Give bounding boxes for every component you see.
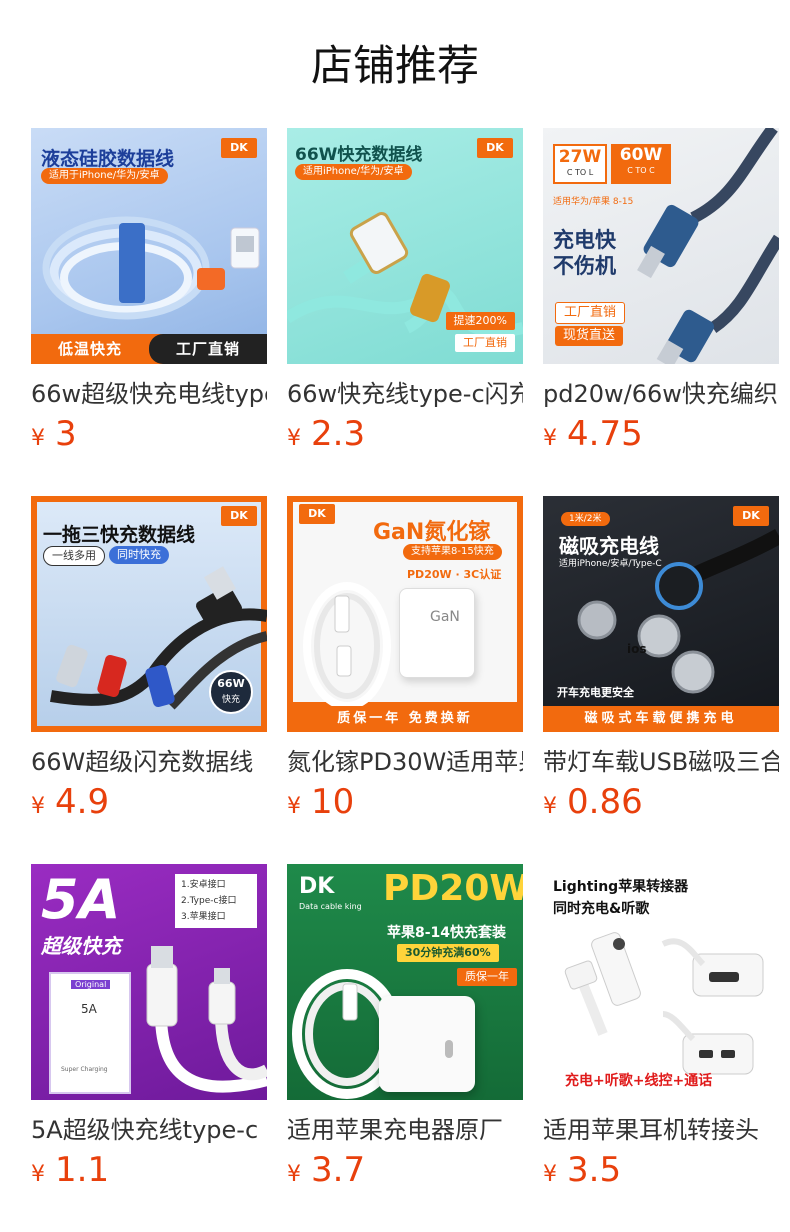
product-title[interactable]: pd20w/66w快充编织 (543, 378, 779, 410)
cable-illustration (42, 216, 260, 320)
product-card[interactable]: 27W C TO L 60W C TO C 适用华为/苹果 8-15 充电快 不… (543, 128, 779, 452)
speed-badge-label: 快充 (221, 695, 240, 705)
product-card[interactable]: 66W快充数据线 适用iPhone/华为/安卓 DK 提速200% 工厂直销 6… (287, 128, 523, 452)
product-title[interactable]: 适用苹果耳机转接头 (543, 1114, 779, 1146)
image-caption: 开车充电更安全 (557, 686, 634, 699)
price-row: ¥ 1.1 (31, 1152, 267, 1188)
currency-symbol: ¥ (543, 1162, 557, 1187)
product-price: 3.5 (567, 1150, 622, 1190)
charger-label: GaN (430, 609, 460, 625)
product-price: 3.7 (311, 1150, 366, 1190)
product-grid: 液态硅胶数据线 适用于iPhone/华为/安卓 DK 低温快充 工厂直销 66w… (31, 128, 790, 1188)
product-title[interactable]: 66w快充线type-c闪充 (287, 378, 523, 410)
product-image[interactable]: 一拖三快充数据线 一线多用 同时快充 DK 66W 快充 (31, 496, 267, 732)
product-card[interactable]: DK Data cable king PD20W 苹果8-14快充套装 30分钟… (287, 864, 523, 1188)
product-card[interactable]: 5A 超级快充 1.安卓接口 2.Type-c接口 3.苹果接口 Origina… (31, 864, 267, 1188)
currency-symbol: ¥ (287, 794, 301, 819)
currency-symbol: ¥ (287, 426, 301, 451)
image-caption: 充电+听歌+线控+通话 (565, 1073, 713, 1089)
product-image[interactable]: 1米/2米 磁吸充电线 适用iPhone/安卓/Type-C DK ios 开车… (543, 496, 779, 732)
product-image[interactable]: 液态硅胶数据线 适用于iPhone/华为/安卓 DK 低温快充 工厂直销 (31, 128, 267, 364)
charger-illustration: GaN (399, 588, 475, 678)
band-right: 工厂直销 (149, 334, 267, 364)
product-card[interactable]: 1米/2米 磁吸充电线 适用iPhone/安卓/Type-C DK ios 开车… (543, 496, 779, 820)
image-tag-stock: 现货直送 (555, 326, 624, 346)
image-band: 低温快充 工厂直销 (31, 334, 267, 364)
product-price: 4.75 (567, 414, 643, 454)
product-price: 3 (55, 414, 77, 454)
price-row: ¥ 3.5 (543, 1152, 779, 1188)
product-title[interactable]: 适用苹果充电器原厂 (287, 1114, 523, 1146)
product-title[interactable]: 66w超级快充电线type-c (31, 378, 267, 410)
image-tag-factory: 工厂直销 (555, 302, 626, 324)
product-image[interactable]: Lighting苹果转接器 同时充电&听歌 充电+听歌+线控+通话 (543, 864, 779, 1100)
currency-symbol: ¥ (287, 1162, 301, 1187)
product-image[interactable]: 66W快充数据线 适用iPhone/华为/安卓 DK 提速200% 工厂直销 (287, 128, 523, 364)
currency-symbol: ¥ (31, 794, 45, 819)
product-card[interactable]: DK GaN氮化镓 支持苹果8-15快充 PD20W · 3C认证 GaN 质保… (287, 496, 523, 820)
price-row: ¥ 4.9 (31, 784, 267, 820)
price-row: ¥ 10 (287, 784, 523, 820)
currency-symbol: ¥ (543, 794, 557, 819)
product-title[interactable]: 氮化镓PD30W适用苹果 (287, 746, 523, 778)
price-row: ¥ 3 (31, 416, 267, 452)
currency-symbol: ¥ (31, 1162, 45, 1187)
currency-symbol: ¥ (543, 426, 557, 451)
speed-badge: 66W 快充 (209, 670, 253, 714)
product-title[interactable]: 带灯车载USB磁吸三合一 (543, 746, 779, 778)
currency-symbol: ¥ (31, 426, 45, 451)
speed-badge-value: 66W (217, 677, 245, 690)
product-image[interactable]: DK Data cable king PD20W 苹果8-14快充套装 30分钟… (287, 864, 523, 1100)
product-card[interactable]: 液态硅胶数据线 适用于iPhone/华为/安卓 DK 低温快充 工厂直销 66w… (31, 128, 267, 452)
product-image[interactable]: 27W C TO L 60W C TO C 适用华为/苹果 8-15 充电快 不… (543, 128, 779, 364)
product-price: 4.9 (55, 782, 110, 822)
product-price: 0.86 (567, 782, 643, 822)
tip-label: ios (627, 642, 647, 656)
price-row: ¥ 4.75 (543, 416, 779, 452)
charger-illustration (379, 996, 475, 1092)
product-card[interactable]: 一拖三快充数据线 一线多用 同时快充 DK 66W 快充 66W超级闪充数据线 … (31, 496, 267, 820)
page-title: 店铺推荐 (310, 41, 479, 90)
image-tag-factory: 工厂直销 (455, 334, 515, 352)
image-band: 磁吸式车载便携充电 (543, 706, 779, 732)
image-tag-speed: 提速200% (445, 312, 515, 330)
image-band: 质保一年 免费换新 (287, 706, 523, 732)
product-title[interactable]: 66W超级闪充数据线 (31, 746, 267, 778)
product-price: 10 (311, 782, 355, 822)
product-image[interactable]: 5A 超级快充 1.安卓接口 2.Type-c接口 3.苹果接口 Origina… (31, 864, 267, 1100)
product-price: 2.3 (311, 414, 366, 454)
product-image[interactable]: DK GaN氮化镓 支持苹果8-15快充 PD20W · 3C认证 GaN 质保… (287, 496, 523, 732)
price-row: ¥ 0.86 (543, 784, 779, 820)
price-row: ¥ 3.7 (287, 1152, 523, 1188)
cable-illustration (146, 946, 267, 1093)
price-row: ¥ 2.3 (287, 416, 523, 452)
band-left: 低温快充 (57, 340, 122, 358)
product-card[interactable]: Lighting苹果转接器 同时充电&听歌 充电+听歌+线控+通话 适用苹果耳机… (543, 864, 779, 1188)
adapter-illustration (564, 932, 764, 1075)
charger-port (445, 1040, 453, 1058)
product-title[interactable]: 5A超级快充线type-c (31, 1114, 267, 1146)
product-price: 1.1 (55, 1150, 110, 1190)
